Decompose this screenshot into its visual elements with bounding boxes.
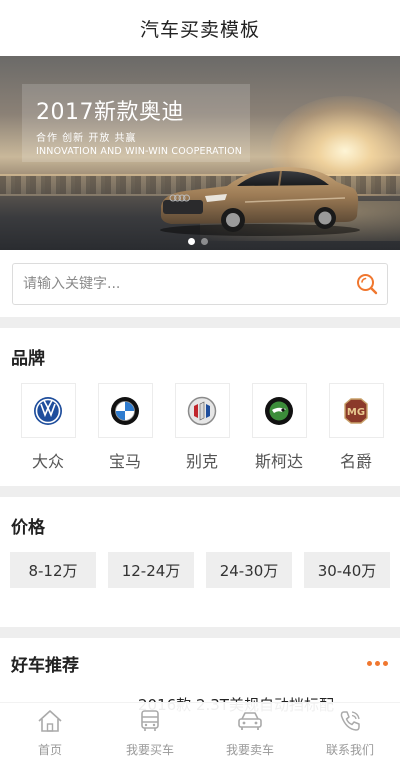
carousel-dots xyxy=(188,238,208,245)
tab-label: 联系我们 xyxy=(325,743,374,757)
price-range-button[interactable]: 30-40万 xyxy=(304,552,390,588)
phone-icon xyxy=(338,709,362,737)
bus-icon xyxy=(138,709,162,737)
banner-carousel[interactable]: 2017新款奥迪 合作 创新 开放 共赢 INNOVATION AND WIN-… xyxy=(0,56,400,250)
brand-item-buick[interactable]: 别克 xyxy=(164,383,240,472)
search-box xyxy=(12,263,388,305)
section-divider xyxy=(0,317,400,328)
app-root: 汽车买卖模板 2017新款奥迪 合作 创新 开放 共赢 INNOVATION A… xyxy=(0,0,400,760)
car-icon xyxy=(236,709,264,737)
price-range-button[interactable]: 12-24万 xyxy=(108,552,194,588)
page-title: 汽车买卖模板 xyxy=(139,18,260,41)
banner-tagline: 合作 创新 开放 共赢 xyxy=(36,133,137,144)
skoda-logo xyxy=(251,383,307,438)
carousel-dot-2[interactable] xyxy=(201,238,208,245)
price-range-button[interactable]: 8-12万 xyxy=(10,552,96,588)
price-section: 价格 8-12万 12-24万 24-30万 30-40万 xyxy=(0,497,400,627)
svg-text:MG: MG xyxy=(347,407,365,418)
tab-label: 我要买车 xyxy=(125,743,174,757)
brand-section-title: 品牌 xyxy=(11,349,45,369)
search-icon[interactable] xyxy=(347,264,387,304)
price-range-button[interactable]: 24-30万 xyxy=(206,552,292,588)
brand-label: 别克 xyxy=(185,452,218,471)
banner-headline: 2017新款奥迪 xyxy=(36,100,184,125)
price-filter-list: 8-12万 12-24万 24-30万 30-40万 xyxy=(0,538,400,588)
tab-label: 我要卖车 xyxy=(225,743,274,757)
brand-section: 品牌 大众 宝马 别克 斯柯达 MG 名爵 xyxy=(0,328,400,486)
recommend-header: 好车推荐 xyxy=(0,651,400,676)
search-input[interactable] xyxy=(13,264,347,304)
tab-contact[interactable]: 联系我们 xyxy=(300,703,400,760)
brand-item-bmw[interactable]: 宝马 xyxy=(87,383,163,472)
home-icon xyxy=(37,709,63,737)
mg-logo: MG xyxy=(328,383,384,438)
brand-label: 宝马 xyxy=(108,452,141,471)
brand-list: 大众 宝马 别克 斯柯达 MG 名爵 xyxy=(0,369,400,472)
search-area xyxy=(0,250,400,317)
bmw-logo xyxy=(97,383,153,438)
buick-logo xyxy=(174,383,230,438)
tab-sell-car[interactable]: 我要卖车 xyxy=(200,703,300,760)
brand-item-volkswagen[interactable]: 大众 xyxy=(10,383,86,472)
tab-home[interactable]: 首页 xyxy=(0,703,100,760)
volkswagen-logo xyxy=(20,383,76,438)
top-header: 汽车买卖模板 xyxy=(0,0,400,56)
tab-buy-car[interactable]: 我要买车 xyxy=(100,703,200,760)
tab-label: 首页 xyxy=(37,743,62,757)
price-section-title: 价格 xyxy=(11,518,45,538)
recommend-section-title: 好车推荐 xyxy=(11,656,79,676)
brand-item-skoda[interactable]: 斯柯达 xyxy=(241,383,317,472)
section-divider xyxy=(0,486,400,497)
carousel-dot-1[interactable] xyxy=(188,238,195,245)
car-image xyxy=(160,167,360,236)
brand-label: 大众 xyxy=(31,452,64,471)
bottom-tab-bar: 首页 我要买车 我要卖车 联系我们 xyxy=(0,702,400,760)
brand-item-mg[interactable]: MG 名爵 xyxy=(318,383,394,472)
brand-label: 名爵 xyxy=(339,452,372,471)
brand-label: 斯柯达 xyxy=(254,452,303,471)
banner-tagline-en: INNOVATION AND WIN-WIN COOPERATION xyxy=(36,146,243,157)
more-dots-icon[interactable] xyxy=(367,661,388,666)
section-divider xyxy=(0,627,400,638)
